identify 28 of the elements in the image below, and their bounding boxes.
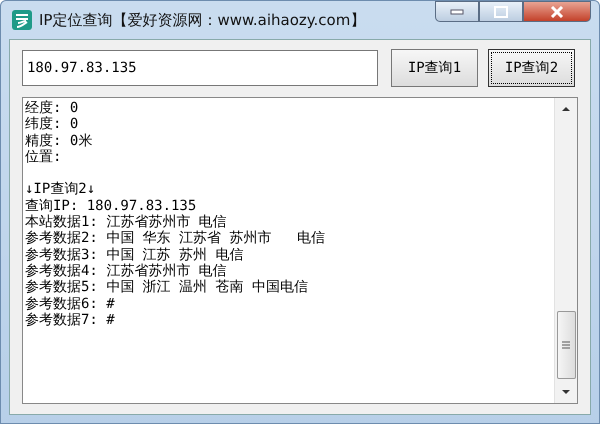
- output-line: 参考数据3: 中国 江苏 苏州 电信: [25, 246, 245, 263]
- output-line: ↓IP查询2↓: [25, 181, 96, 198]
- scroll-thumb[interactable]: [556, 311, 576, 379]
- ip-input-field[interactable]: 180.97.83.135: [22, 50, 378, 86]
- grip-icon: [562, 340, 570, 350]
- output-line: 经度: 0: [25, 100, 80, 116]
- output-line: 参考数据5: 中国 浙江 温州 苍南 中国电信: [25, 279, 310, 296]
- output-line: 参考数据2: 中国 华东 江苏省 苏州市 电信: [25, 230, 326, 247]
- close-icon: [550, 6, 564, 18]
- minimize-button[interactable]: [435, 1, 479, 22]
- close-button[interactable]: [523, 1, 591, 22]
- scroll-up-icon[interactable]: [561, 106, 571, 112]
- query-button[interactable]: IP查询2: [488, 49, 575, 87]
- output-line: 参考数据7: #: [25, 312, 116, 328]
- window-title: IP定位查询【爱好资源网：www.aihaozy.com】: [39, 10, 366, 30]
- output-line: 查询IP: 180.97.83.135: [25, 198, 198, 214]
- minimize-icon: [450, 8, 464, 14]
- output-line: 纬度: 0: [25, 116, 80, 133]
- output-line: 本站数据1: 江苏省苏州市 电信: [25, 214, 228, 230]
- scroll-down-icon[interactable]: [561, 389, 571, 395]
- output-line: 参考数据4: 江苏省苏州市 电信: [25, 262, 228, 280]
- query-button[interactable]: IP查询1: [391, 49, 478, 87]
- maximize-icon: [494, 6, 508, 18]
- app-logo-icon: [11, 9, 33, 31]
- output-line: 位置:: [25, 148, 62, 166]
- output-line: 精度: 0米: [25, 132, 94, 149]
- maximize-button[interactable]: [479, 1, 523, 22]
- output-line: 参考数据6: #: [25, 296, 116, 312]
